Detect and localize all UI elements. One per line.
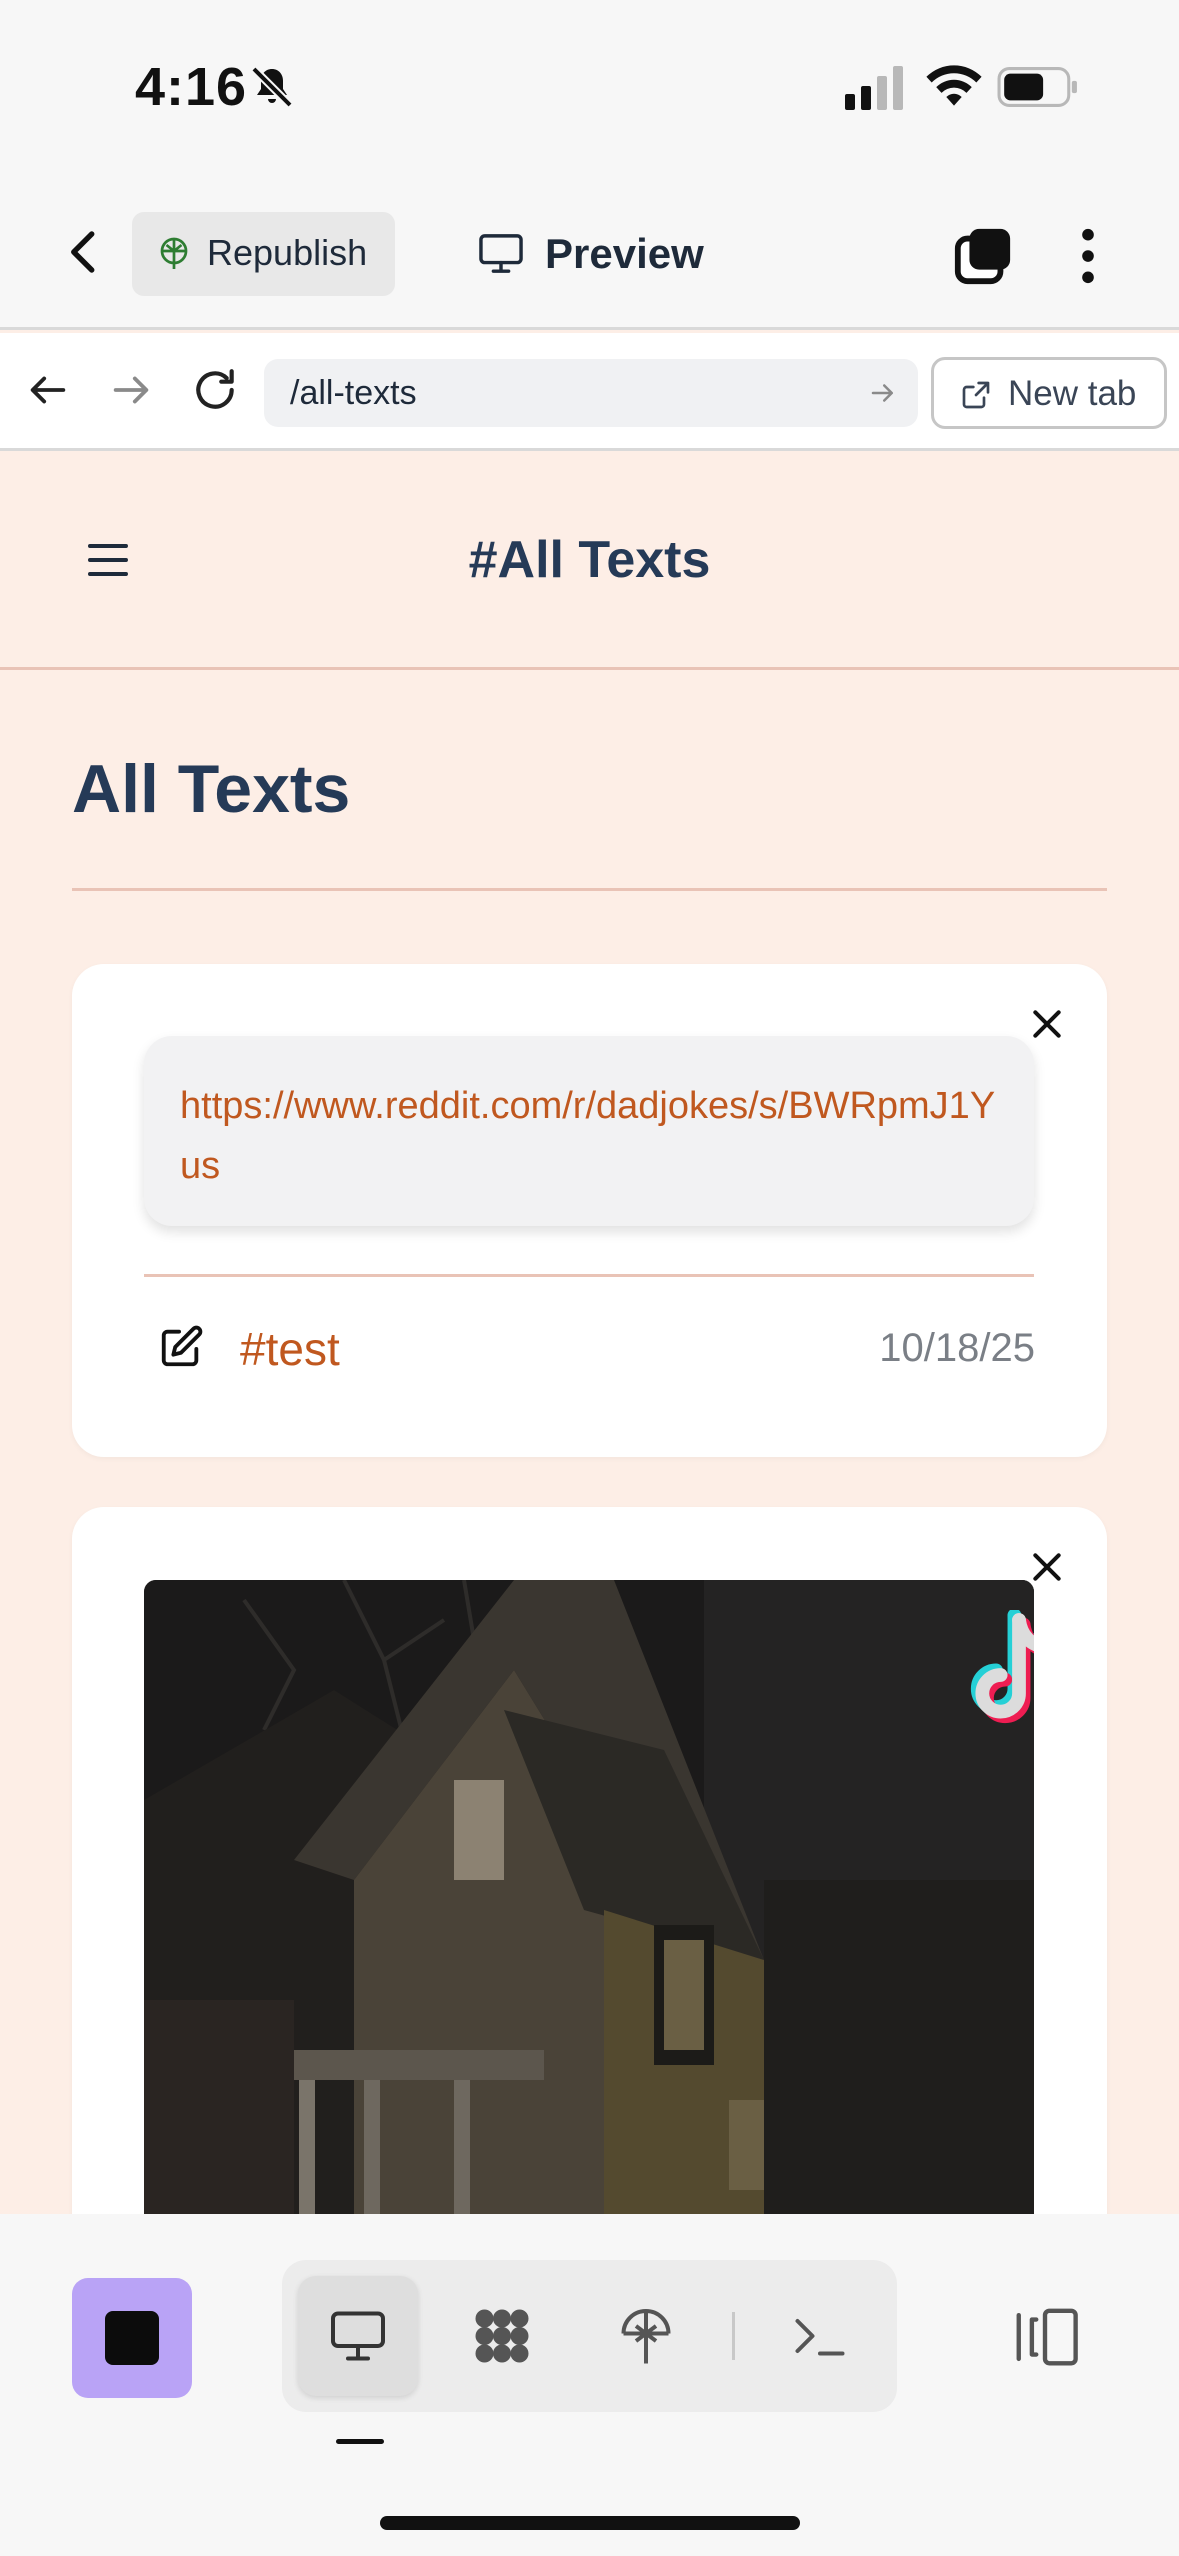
status-time: 4:16 — [135, 57, 248, 117]
app-toolbar: Republish Preview — [0, 175, 1179, 330]
terminal-view-button[interactable] — [760, 2276, 880, 2396]
text-card: https://www.reddit.com/r/dadjokes/s/BWRp… — [72, 964, 1107, 1457]
tiktok-icon — [970, 1610, 1034, 1724]
deploy-icon — [621, 2309, 671, 2364]
browser-bar: /all-texts New tab — [0, 333, 1179, 451]
terminal-icon — [795, 2319, 845, 2356]
tag-link[interactable]: #test — [240, 1322, 340, 1376]
close-icon[interactable] — [1027, 1004, 1067, 1044]
card-date: 10/18/25 — [879, 1326, 1035, 1370]
link-url[interactable]: https://www.reddit.com/r/dadjokes/s/BWRp… — [180, 1076, 1010, 1196]
url-text: /all-texts — [290, 374, 417, 412]
battery-icon — [997, 67, 1077, 107]
stop-button[interactable] — [72, 2278, 192, 2398]
arrow-right-icon[interactable] — [108, 367, 154, 413]
more-vertical-icon[interactable] — [1068, 225, 1108, 287]
monitor-icon — [479, 234, 523, 273]
arrow-left-icon[interactable] — [25, 367, 71, 413]
back-chevron-icon[interactable] — [58, 225, 112, 279]
go-arrow-icon[interactable] — [868, 378, 898, 408]
tabs-icon[interactable] — [952, 225, 1014, 287]
url-field[interactable]: /all-texts — [264, 359, 918, 427]
cellular-signal-icon — [845, 66, 903, 110]
wifi-icon — [926, 65, 982, 106]
bottom-bar — [0, 2214, 1179, 2556]
canvas-view-button[interactable] — [442, 2276, 562, 2396]
edit-icon[interactable] — [158, 1324, 204, 1370]
reload-icon[interactable] — [190, 365, 240, 415]
link-preview[interactable]: https://www.reddit.com/r/dadjokes/s/BWRp… — [144, 1036, 1034, 1226]
new-tab-label: New tab — [1008, 374, 1137, 413]
dots-grid-icon — [475, 2309, 529, 2363]
stop-icon — [105, 2311, 159, 2365]
external-link-icon — [962, 381, 990, 409]
republish-label: Republish — [207, 232, 368, 273]
status-bar: 4:16 — [0, 0, 1179, 175]
switcher-divider — [732, 2312, 735, 2360]
page-header: #All Texts — [0, 454, 1179, 670]
republish-button[interactable]: Republish — [132, 212, 395, 296]
header-title: #All Texts — [468, 531, 711, 589]
desktop-view-button[interactable] — [298, 2276, 418, 2396]
deploy-tree-icon — [160, 237, 188, 269]
new-tab-button[interactable]: New tab — [931, 357, 1167, 429]
desktop-icon — [331, 2311, 385, 2361]
panel-toggle-icon[interactable] — [1010, 2306, 1080, 2368]
active-view-indicator — [336, 2439, 384, 2444]
home-indicator[interactable] — [380, 2516, 800, 2530]
preview-button[interactable]: Preview — [478, 212, 718, 296]
view-switcher — [282, 2260, 897, 2412]
page-title: All Texts — [72, 751, 351, 827]
bell-muted-icon — [251, 66, 293, 108]
deploy-view-button[interactable] — [586, 2276, 706, 2396]
title-divider — [72, 888, 1107, 891]
preview-label: Preview — [545, 230, 704, 277]
card-divider — [144, 1274, 1034, 1277]
